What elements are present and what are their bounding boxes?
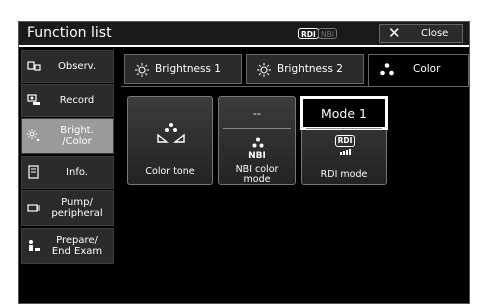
sidebar-item-info[interactable]: Info.	[21, 156, 114, 189]
tab-brightness-2[interactable]: Brightness 2	[246, 54, 364, 84]
sidebar-item-bright-color[interactable]: Bright. /Color	[21, 118, 114, 154]
function-list-screen: Function list RDI NBI ✕ Close Observ. Re…	[18, 21, 470, 304]
sidebar-item-observ[interactable]: Observ.	[21, 50, 114, 83]
nbi-color-mode-label: NBI color mode	[235, 164, 279, 185]
divider	[306, 128, 382, 129]
sidebar-item-pump-peripheral[interactable]: Pump/ peripheral	[21, 190, 114, 226]
nbi-color-mode-value: --	[253, 106, 261, 120]
divider	[223, 128, 291, 129]
color-dots-icon	[380, 63, 394, 76]
title-bar: Function list RDI NBI ✕ Close	[19, 22, 469, 47]
rdi-mode-button[interactable]: Mode 1 RDI RDI mode	[300, 96, 388, 185]
color-tone-icon	[157, 123, 185, 143]
color-tone-button[interactable]: Color tone	[127, 96, 213, 185]
color-tone-label: Color tone	[145, 166, 195, 177]
sun-icon	[135, 63, 149, 77]
close-button[interactable]: ✕ Close	[379, 24, 463, 43]
sidebar-item-prepare-end-exam[interactable]: Prepare/ End Exam	[21, 228, 114, 264]
sidebar-item-label: Bright. /Color	[60, 125, 94, 147]
function-panel: Color tone -- NBI NBI color mode Mode 1 …	[121, 86, 469, 305]
rdi-mode-value: Mode 1	[300, 96, 388, 130]
tab-color[interactable]: Color	[368, 54, 469, 87]
sidebar-item-label: Prepare/ End Exam	[51, 235, 103, 257]
sun-icon	[257, 63, 271, 77]
nbi-icon-label: NBI	[248, 151, 266, 161]
record-icon	[27, 94, 40, 105]
nbi-color-mode-button[interactable]: -- NBI NBI color mode	[218, 96, 296, 185]
sidebar-item-record[interactable]: Record	[21, 84, 114, 117]
rdi-mode-icon: RDI	[335, 135, 355, 147]
rdi-status-badge: RDI	[298, 28, 319, 39]
tab-label: Color	[413, 63, 441, 75]
tab-brightness-1[interactable]: Brightness 1	[124, 54, 242, 84]
nbi-status-badge: NBI	[318, 28, 337, 39]
close-icon: ✕	[388, 24, 401, 42]
close-label: Close	[421, 28, 449, 39]
signal-bars-icon	[340, 149, 351, 155]
observation-icon	[27, 61, 41, 71]
nbi-dots-icon	[252, 137, 264, 148]
pump-icon	[27, 204, 40, 212]
tab-label: Brightness 2	[277, 63, 343, 75]
page-title: Function list	[27, 25, 112, 41]
prepare-icon	[29, 240, 40, 251]
tab-label: Brightness 1	[155, 63, 221, 75]
sidebar-item-label: Info.	[66, 167, 88, 178]
sidebar-item-label: Record	[59, 95, 95, 106]
rdi-mode-label: RDI mode	[320, 169, 368, 180]
sidebar-item-label: Observ.	[57, 61, 96, 72]
sidebar: Observ. Record Bright. /Color Info. Pump…	[19, 49, 116, 305]
sidebar-item-label: Pump/ peripheral	[51, 197, 103, 219]
brightness-icon	[27, 129, 40, 142]
info-icon	[28, 165, 39, 179]
